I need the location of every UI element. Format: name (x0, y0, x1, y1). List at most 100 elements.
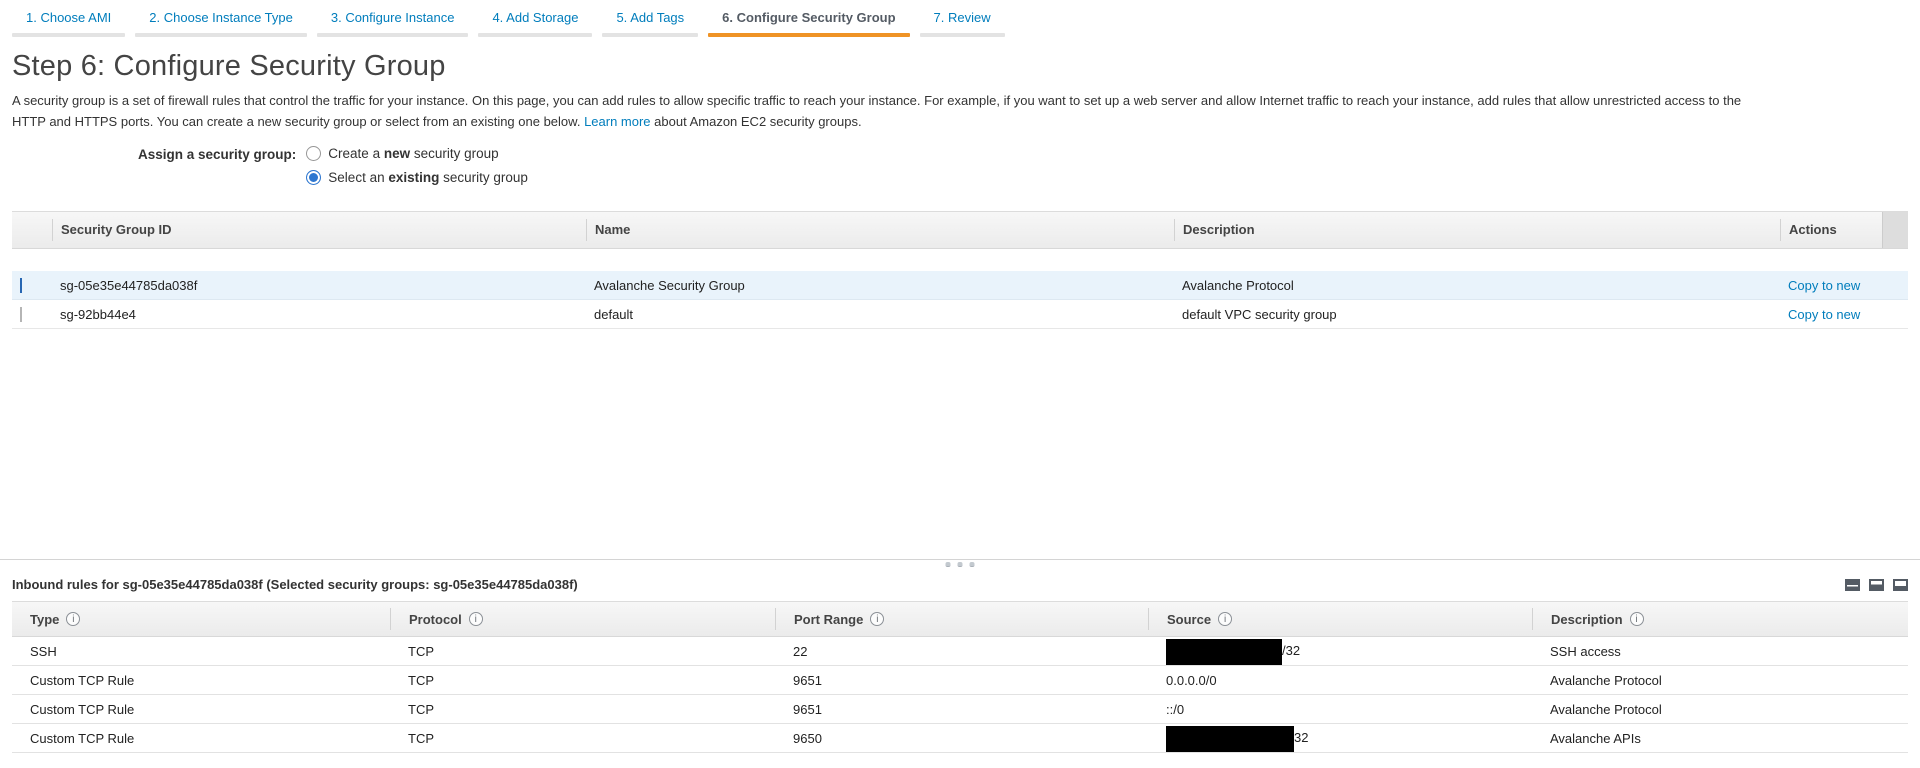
column-header-port-range: Port Rangei (775, 608, 1148, 630)
table-row-default-security-group[interactable]: sg-92bb44e4 default default VPC security… (12, 300, 1908, 329)
tab-underline (920, 33, 1005, 37)
inbound-rule-row-custom-tcp-9651-ipv6: Custom TCP Rule TCP 9651 ::/0 Avalanche … (12, 695, 1908, 724)
description-line-2: HTTP and HTTPS ports. You can create a n… (12, 111, 1908, 132)
tab-configure-instance[interactable]: 3. Configure Instance (317, 8, 469, 37)
cell-description: Avalanche Protocol (1532, 673, 1908, 688)
tab-label: 7. Review (920, 8, 1005, 25)
cell-port-range: 22 (775, 644, 1148, 659)
description-text: HTTP and HTTPS ports. You can create a n… (12, 114, 584, 129)
page-title: Step 6: Configure Security Group (12, 50, 1908, 83)
tab-review[interactable]: 7. Review (920, 8, 1005, 37)
redacted-ip-block (1166, 726, 1294, 752)
list-view-icon[interactable] (1845, 579, 1860, 591)
cell-source: 32 (1148, 730, 1532, 746)
info-icon[interactable]: i (469, 612, 483, 626)
cell-protocol: TCP (390, 702, 775, 717)
column-header-description: Descriptioni (1532, 608, 1908, 630)
column-header-description: Description (1174, 219, 1780, 241)
view-toggles (1845, 579, 1908, 591)
cell-port-range: 9651 (775, 702, 1148, 717)
info-icon[interactable]: i (1630, 612, 1644, 626)
radio-create-new-security-group[interactable]: Create a new security group (306, 146, 528, 161)
column-header-type: Typei (12, 608, 390, 630)
inbound-rule-row-custom-tcp-9651-ipv4: Custom TCP Rule TCP 9651 0.0.0.0/0 Avala… (12, 666, 1908, 695)
radio-label: Select an existing security group (328, 170, 528, 185)
cell-source: ::/0 (1148, 702, 1532, 717)
assign-security-group-label: Assign a security group: (138, 146, 296, 185)
tab-underline (135, 33, 307, 37)
cell-description: Avalanche APIs (1532, 731, 1908, 746)
info-icon[interactable]: i (66, 612, 80, 626)
cell-security-group-id: sg-05e35e44785da038f (52, 278, 586, 293)
cell-description: default VPC security group (1174, 307, 1780, 322)
scrollbar-gutter[interactable] (1882, 212, 1908, 248)
column-header-source: Sourcei (1148, 608, 1532, 630)
cell-type: Custom TCP Rule (12, 702, 390, 717)
assign-security-group: Assign a security group: Create a new se… (138, 146, 1920, 185)
tab-label: 4. Add Storage (478, 8, 592, 25)
pane-resize-grip[interactable] (946, 562, 975, 567)
cell-description: Avalanche Protocol (1174, 278, 1780, 293)
wizard-step-tabs: 1. Choose AMI 2. Choose Instance Type 3.… (0, 0, 1920, 37)
cell-type: Custom TCP Rule (12, 673, 390, 688)
cell-protocol: TCP (390, 644, 775, 659)
tab-underline (478, 33, 592, 37)
cell-name: Avalanche Security Group (586, 278, 1174, 293)
radio-label: Create a new security group (328, 146, 498, 161)
tab-label: 6. Configure Security Group (708, 8, 909, 25)
description-line-1: A security group is a set of firewall ru… (12, 90, 1908, 111)
cell-protocol: TCP (390, 731, 775, 746)
cell-description: Avalanche Protocol (1532, 702, 1908, 717)
table-empty-area (0, 329, 1920, 559)
tab-label: 1. Choose AMI (12, 8, 125, 25)
cell-type: Custom TCP Rule (12, 731, 390, 746)
inbound-rule-row-custom-tcp-9650: Custom TCP Rule TCP 9650 32 Avalanche AP… (12, 724, 1908, 753)
info-icon[interactable]: i (1218, 612, 1232, 626)
column-header-protocol: Protocoli (390, 608, 775, 630)
cell-source: /32 (1148, 643, 1532, 659)
tab-label: 2. Choose Instance Type (135, 8, 307, 25)
cell-source: 0.0.0.0/0 (1148, 673, 1532, 688)
tab-label: 3. Configure Instance (317, 8, 469, 25)
cell-protocol: TCP (390, 673, 775, 688)
tab-underline (602, 33, 698, 37)
table-row-avalanche-security-group[interactable]: sg-05e35e44785da038f Avalanche Security … (12, 271, 1908, 300)
tab-add-tags[interactable]: 5. Add Tags (602, 8, 698, 37)
info-icon[interactable]: i (870, 612, 884, 626)
split-view-icon[interactable] (1869, 579, 1884, 591)
inbound-rules-title: Inbound rules for sg-05e35e44785da038f (… (12, 577, 578, 592)
row-checkbox-unchecked[interactable] (20, 307, 22, 322)
security-groups-table-header: Security Group ID Name Description Actio… (12, 211, 1908, 249)
column-header-security-group-id: Security Group ID (52, 219, 586, 241)
radio-select-existing-security-group[interactable]: Select an existing security group (306, 170, 528, 185)
radio-button-checked-icon[interactable] (306, 170, 321, 185)
detail-view-icon[interactable] (1893, 579, 1908, 591)
pane-divider (0, 559, 1920, 573)
tab-label: 5. Add Tags (602, 8, 698, 25)
tab-choose-instance-type[interactable]: 2. Choose Instance Type (135, 8, 307, 37)
inbound-rules-table-header: Typei Protocoli Port Rangei Sourcei Desc… (12, 601, 1908, 637)
radio-button-icon[interactable] (306, 146, 321, 161)
cell-name: default (586, 307, 1174, 322)
row-checkbox-checked[interactable] (20, 278, 22, 293)
copy-to-new-link[interactable]: Copy to new (1788, 278, 1860, 293)
description-text: about Amazon EC2 security groups. (651, 114, 862, 129)
cell-port-range: 9651 (775, 673, 1148, 688)
tab-add-storage[interactable]: 4. Add Storage (478, 8, 592, 37)
tab-configure-security-group[interactable]: 6. Configure Security Group (708, 8, 909, 37)
tab-underline (708, 33, 909, 37)
redacted-ip-block (1166, 639, 1282, 665)
cell-port-range: 9650 (775, 731, 1148, 746)
checkbox-column-header (12, 219, 52, 241)
inbound-rule-row-ssh: SSH TCP 22 /32 SSH access (12, 637, 1908, 666)
tab-choose-ami[interactable]: 1. Choose AMI (12, 8, 125, 37)
tab-underline (317, 33, 469, 37)
table-spacer (12, 249, 1908, 271)
inbound-rules-table: Typei Protocoli Port Rangei Sourcei Desc… (12, 601, 1908, 753)
cell-security-group-id: sg-92bb44e4 (52, 307, 586, 322)
tab-underline (12, 33, 125, 37)
learn-more-link[interactable]: Learn more (584, 114, 650, 129)
copy-to-new-link[interactable]: Copy to new (1788, 307, 1860, 322)
security-groups-table: Security Group ID Name Description Actio… (12, 211, 1908, 329)
cell-type: SSH (12, 644, 390, 659)
